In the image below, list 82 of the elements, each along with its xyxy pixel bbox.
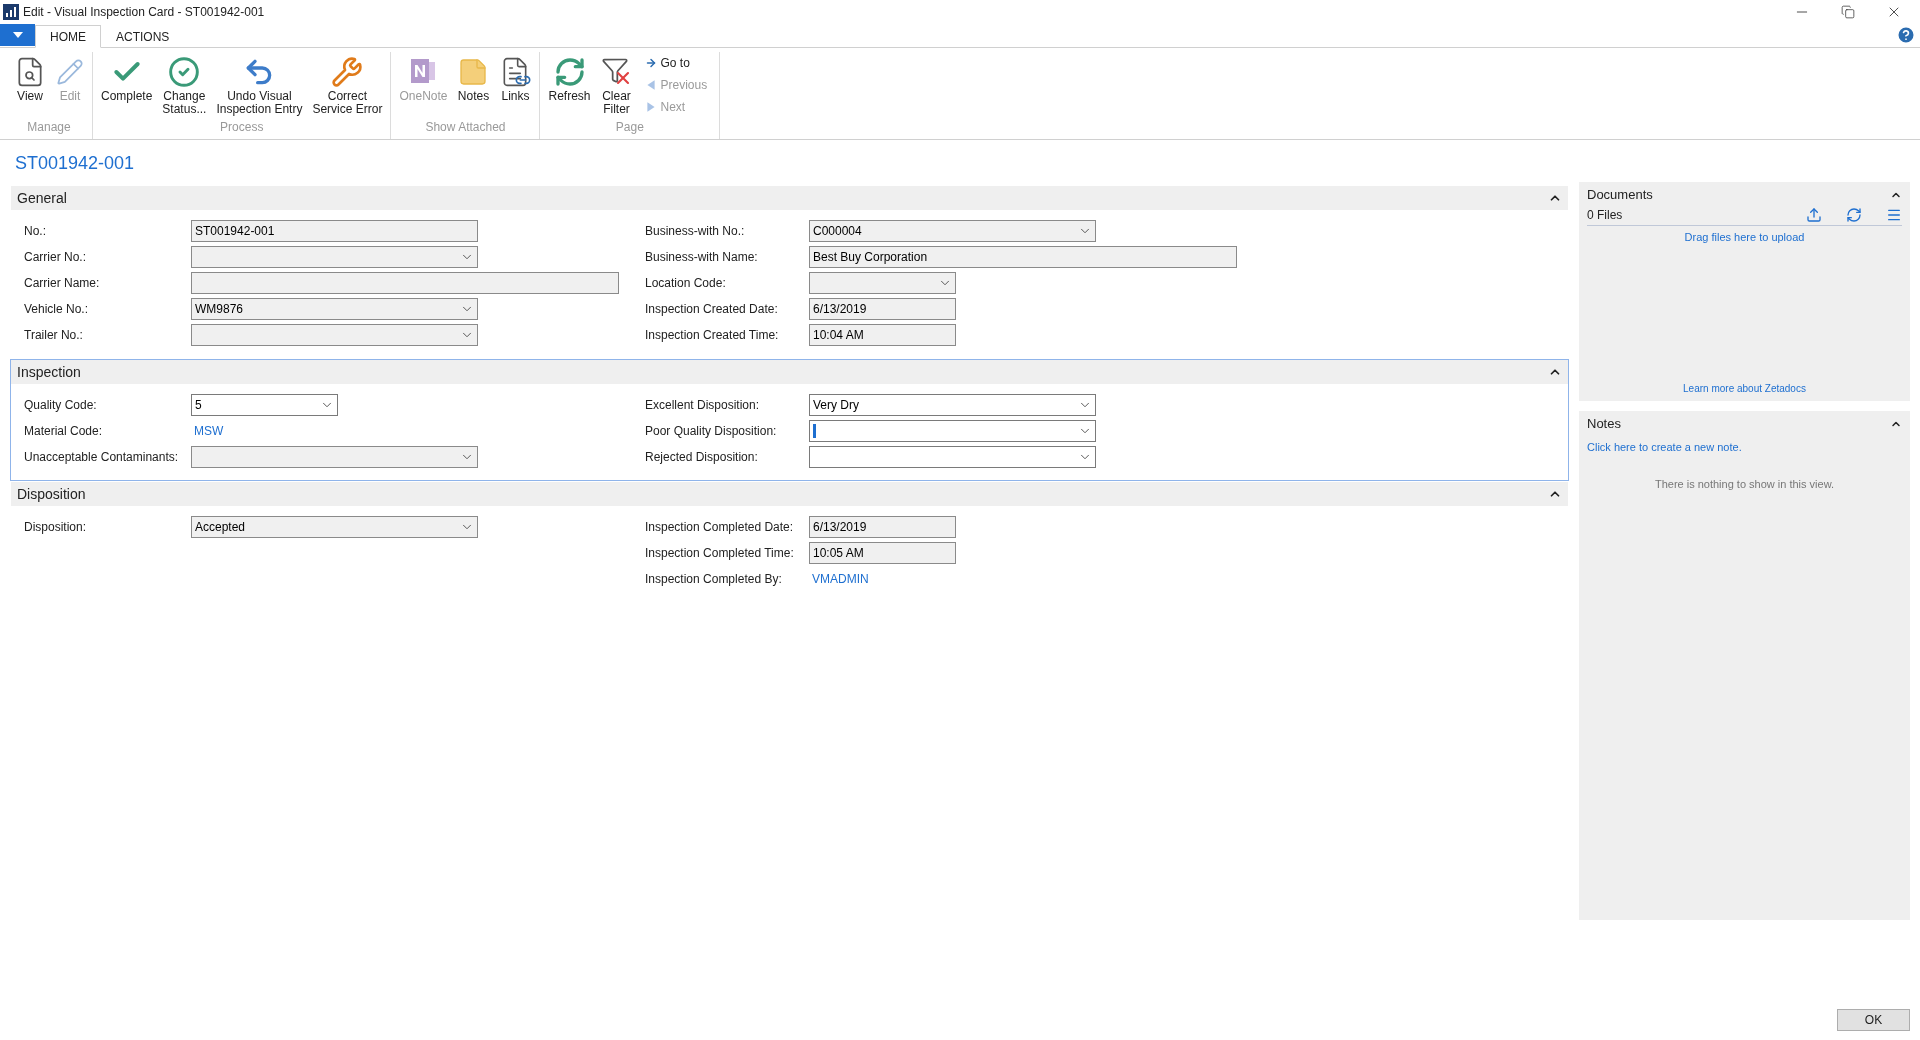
panel-title: Documents [1587, 186, 1654, 205]
window-title: Edit - Visual Inspection Card - ST001942-001 [23, 4, 266, 21]
refresh-icon[interactable] [1846, 206, 1862, 223]
section-title: General [17, 188, 68, 208]
ribbon-button[interactable]: Clear Filter [596, 52, 637, 116]
input-field[interactable]: 10:04 AM [809, 324, 956, 346]
check-circle-icon [168, 56, 201, 88]
triangle-right-icon [644, 101, 657, 113]
input-field[interactable]: Best Buy Corporation [809, 246, 1237, 268]
field-label: Unacceptable Contaminants: [24, 449, 180, 466]
record-title: ST001942-001 [14, 152, 136, 175]
ribbon-button[interactable]: Undo Visual Inspection Entry [212, 52, 307, 116]
file-count: 0 Files [1587, 206, 1624, 224]
restore-icon[interactable] [1841, 5, 1855, 19]
dropdown-field[interactable]: Very Dry [809, 394, 1096, 416]
ribbon-button[interactable]: Refresh [544, 52, 595, 103]
field-label: Inspection Completed Date: [645, 519, 795, 536]
input-field[interactable]: 10:05 AM [809, 542, 956, 564]
panel-title: Notes [1587, 415, 1622, 434]
field-label: Rejected Disposition: [645, 449, 759, 466]
ribbon-group-label: Show Attached [424, 119, 507, 136]
field-label: Location Code: [645, 275, 727, 292]
empty-message: There is nothing to show in this view. [1653, 476, 1836, 492]
ribbon-button[interactable]: View [10, 52, 50, 103]
field-label: Trailer No.: [24, 327, 84, 344]
ribbon-button[interactable]: Notes [453, 52, 494, 103]
field-label: Excellent Disposition: [645, 397, 761, 414]
field-label: Carrier Name: [24, 275, 101, 292]
field-label: Inspection Created Date: [645, 301, 779, 318]
field-label: Quality Code: [24, 397, 98, 414]
input-field[interactable]: 6/13/2019 [809, 298, 956, 320]
ok-button[interactable]: OK [1837, 1009, 1910, 1031]
input-field[interactable]: 6/13/2019 [809, 516, 956, 538]
menu-dropdown-button[interactable] [0, 24, 35, 46]
dropdown-field[interactable] [191, 324, 478, 346]
nav-button[interactable]: Go to [644, 54, 708, 72]
ribbon-group-label: Process [219, 119, 265, 136]
ribbon-button[interactable]: Links [495, 52, 536, 103]
help-icon[interactable] [1896, 25, 1916, 45]
field-label: Carrier No.: [24, 249, 87, 266]
field-label: Material Code: [24, 423, 104, 440]
input-field[interactable]: ST001942-001 [191, 220, 478, 242]
field-label: Inspection Created Time: [645, 327, 780, 344]
field-link[interactable]: VMADMIN [809, 570, 872, 588]
text-cursor-icon [813, 424, 816, 438]
arrow-right-icon [644, 57, 657, 69]
section-title: Disposition [17, 484, 87, 504]
ribbon-button[interactable]: Change Status... [158, 52, 211, 116]
field-label: Business-with No.: [645, 223, 746, 240]
field-label: Disposition: [24, 519, 88, 536]
ribbon-group-label: Page [614, 119, 645, 136]
dropdown-field[interactable] [191, 446, 478, 468]
dropdown-field[interactable] [809, 446, 1096, 468]
upload-icon[interactable] [1806, 206, 1822, 223]
ribbon-tab[interactable]: HOME [35, 25, 101, 48]
dropdown-field[interactable] [191, 246, 478, 268]
dropdown-field[interactable]: Accepted [191, 516, 478, 538]
upload-hint-link[interactable]: Drag files here to upload [1587, 226, 1902, 381]
field-label: Inspection Completed Time: [645, 545, 795, 562]
caret-down-icon [12, 32, 23, 38]
dropdown-field[interactable] [809, 420, 1096, 442]
field-link[interactable]: MSW [191, 422, 227, 440]
field-label: No.: [24, 223, 47, 240]
learn-more-link[interactable]: Learn more about Zetadocs [1587, 381, 1902, 397]
dropdown-field[interactable]: C000004 [809, 220, 1096, 242]
ribbon-button[interactable]: Correct Service Error [308, 52, 387, 116]
pencil-icon [56, 58, 84, 86]
field-label: Inspection Completed By: [645, 571, 783, 588]
dropdown-field[interactable]: WM9876 [191, 298, 478, 320]
bar-chart-logo-icon [3, 4, 19, 20]
create-note-link[interactable]: Click here to create a new note. [1587, 433, 1902, 456]
section-title: Inspection [17, 362, 82, 382]
field-label: Vehicle No.: [24, 301, 90, 318]
dropdown-field[interactable]: 5 [191, 394, 338, 416]
dropdown-field[interactable] [809, 272, 956, 294]
field-label: Poor Quality Disposition: [645, 423, 778, 440]
refresh-icon [553, 56, 586, 88]
ribbon-button[interactable]: Complete [97, 52, 157, 103]
ribbon-tab[interactable]: ACTIONS [101, 25, 185, 48]
input-field[interactable] [191, 272, 619, 294]
field-label: Business-with Name: [645, 249, 759, 266]
ribbon-group-label: Manage [26, 119, 72, 136]
